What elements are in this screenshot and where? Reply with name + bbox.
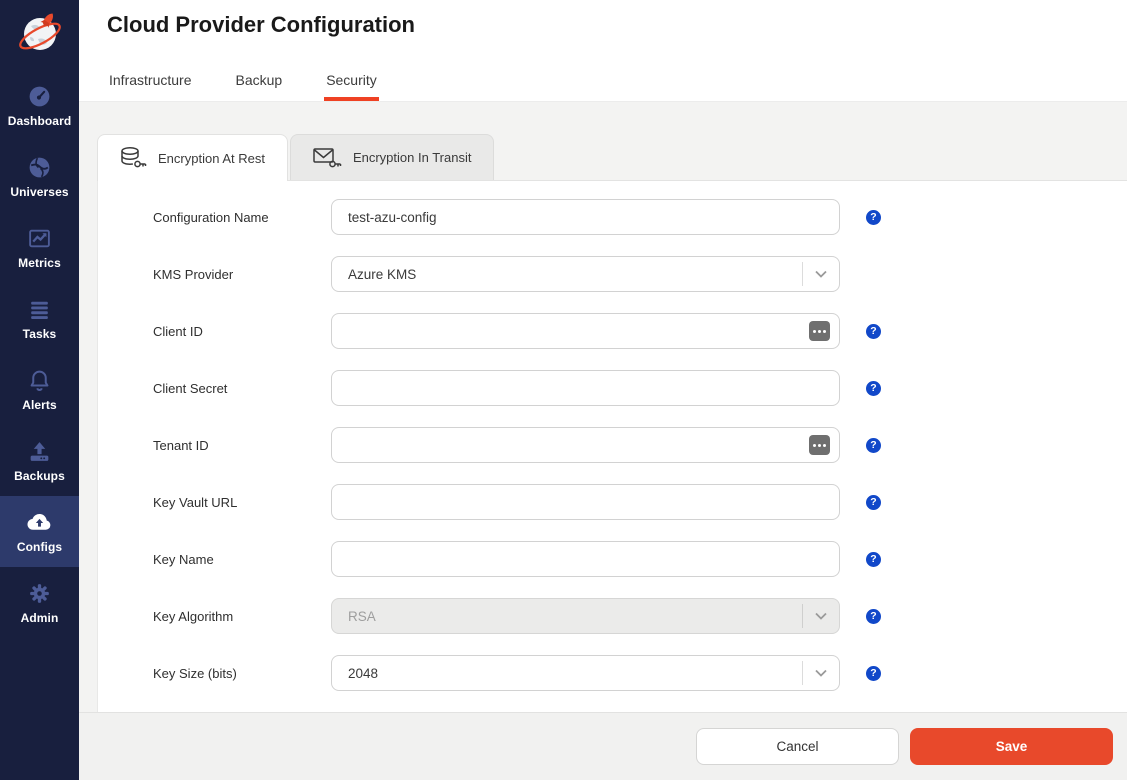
upload-tray-icon: [27, 439, 52, 464]
sidebar-item-dashboard[interactable]: Dashboard: [0, 70, 79, 141]
field-label: Client ID: [98, 324, 331, 339]
sidebar-item-label: Backups: [14, 469, 65, 483]
sidebar-item-backups[interactable]: Backups: [0, 425, 79, 496]
client-id-row: Client ID ?: [98, 313, 1127, 349]
key-algorithm-select: RSA: [331, 598, 840, 634]
sidebar-item-label: Metrics: [18, 256, 61, 270]
key-size-select[interactable]: 2048: [331, 655, 840, 691]
select-value: 2048: [348, 666, 802, 681]
tenant-id-input[interactable]: [331, 427, 840, 463]
key-size-row: Key Size (bits) 2048 ?: [98, 655, 1127, 691]
subtab-encryption-in-transit[interactable]: Encryption In Transit: [290, 134, 495, 180]
help-icon[interactable]: ?: [866, 438, 881, 453]
database-key-icon: [118, 145, 148, 171]
field-label: Key Vault URL: [98, 495, 331, 510]
configuration-name-input[interactable]: [331, 199, 840, 235]
field-label: Client Secret: [98, 381, 331, 396]
help-icon[interactable]: ?: [866, 609, 881, 624]
sidebar-item-configs[interactable]: Configs: [0, 496, 79, 567]
chevron-down-icon: [803, 612, 839, 620]
sidebar-item-label: Dashboard: [8, 114, 72, 128]
sidebar-item-alerts[interactable]: Alerts: [0, 354, 79, 425]
key-name-row: Key Name ?: [98, 541, 1127, 577]
help-icon[interactable]: ?: [866, 495, 881, 510]
sidebar-item-label: Admin: [21, 611, 59, 625]
chevron-down-icon: [803, 270, 839, 278]
page-title: Cloud Provider Configuration: [107, 0, 1127, 38]
main-area: Cloud Provider Configuration Infrastruct…: [79, 0, 1127, 780]
gauge-icon: [27, 84, 52, 109]
field-label: Key Size (bits): [98, 666, 331, 681]
globe-icon: [27, 155, 52, 180]
field-label: Key Algorithm: [98, 609, 331, 624]
help-icon[interactable]: ?: [866, 381, 881, 396]
bell-icon: [27, 368, 52, 393]
configuration-name-row: Configuration Name ?: [98, 199, 1127, 235]
client-secret-row: Client Secret ?: [98, 370, 1127, 406]
tab-infrastructure[interactable]: Infrastructure: [107, 62, 193, 101]
yugabyte-logo-icon: [15, 9, 65, 61]
sidebar-item-label: Tasks: [23, 327, 57, 341]
field-label: Tenant ID: [98, 438, 331, 453]
gear-icon: [27, 581, 52, 606]
page-header: Cloud Provider Configuration Infrastruct…: [79, 0, 1127, 102]
field-label: KMS Provider: [98, 267, 331, 282]
sidebar-item-label: Configs: [17, 540, 62, 554]
help-icon[interactable]: ?: [866, 210, 881, 225]
client-secret-input[interactable]: [331, 370, 840, 406]
subtab-encryption-at-rest[interactable]: Encryption At Rest: [97, 134, 288, 181]
subtab-bar: Encryption At Rest Encryption In Transit: [97, 134, 1127, 180]
select-value: Azure KMS: [348, 267, 802, 282]
cancel-button[interactable]: Cancel: [696, 728, 899, 765]
sidebar-item-label: Alerts: [22, 398, 57, 412]
masked-value-icon: [809, 435, 830, 455]
help-icon[interactable]: ?: [866, 666, 881, 681]
help-icon[interactable]: ?: [866, 324, 881, 339]
encryption-at-rest-form: Configuration Name ? KMS Provider Azure …: [97, 180, 1127, 712]
tab-backup[interactable]: Backup: [233, 62, 284, 101]
app-logo[interactable]: [0, 0, 79, 70]
tenant-id-row: Tenant ID ?: [98, 427, 1127, 463]
form-footer: Cancel Save: [79, 712, 1127, 780]
key-algorithm-row: Key Algorithm RSA ?: [98, 598, 1127, 634]
list-icon: [27, 297, 52, 322]
cloud-upload-icon: [26, 510, 53, 535]
help-icon[interactable]: ?: [866, 552, 881, 567]
kms-provider-row: KMS Provider Azure KMS: [98, 256, 1127, 292]
field-label: Configuration Name: [98, 210, 331, 225]
chart-icon: [27, 226, 52, 251]
tab-bar: Infrastructure Backup Security: [107, 62, 379, 101]
sidebar: Dashboard Universes Metrics Tasks: [0, 0, 79, 780]
key-vault-url-input[interactable]: [331, 484, 840, 520]
key-name-input[interactable]: [331, 541, 840, 577]
subtab-label: Encryption In Transit: [353, 150, 472, 165]
sidebar-item-tasks[interactable]: Tasks: [0, 283, 79, 354]
kms-provider-select[interactable]: Azure KMS: [331, 256, 840, 292]
tab-security[interactable]: Security: [324, 62, 379, 101]
masked-value-icon: [809, 321, 830, 341]
sidebar-item-universes[interactable]: Universes: [0, 141, 79, 212]
field-label: Key Name: [98, 552, 331, 567]
select-value: RSA: [348, 609, 802, 624]
sidebar-item-admin[interactable]: Admin: [0, 567, 79, 638]
key-vault-url-row: Key Vault URL ?: [98, 484, 1127, 520]
save-button[interactable]: Save: [910, 728, 1113, 765]
client-id-input[interactable]: [331, 313, 840, 349]
mail-key-icon: [311, 145, 343, 171]
chevron-down-icon: [803, 669, 839, 677]
content-area: Encryption At Rest Encryption In Transit…: [79, 102, 1127, 780]
sidebar-item-metrics[interactable]: Metrics: [0, 212, 79, 283]
sidebar-item-label: Universes: [10, 185, 68, 199]
subtab-label: Encryption At Rest: [158, 151, 265, 166]
